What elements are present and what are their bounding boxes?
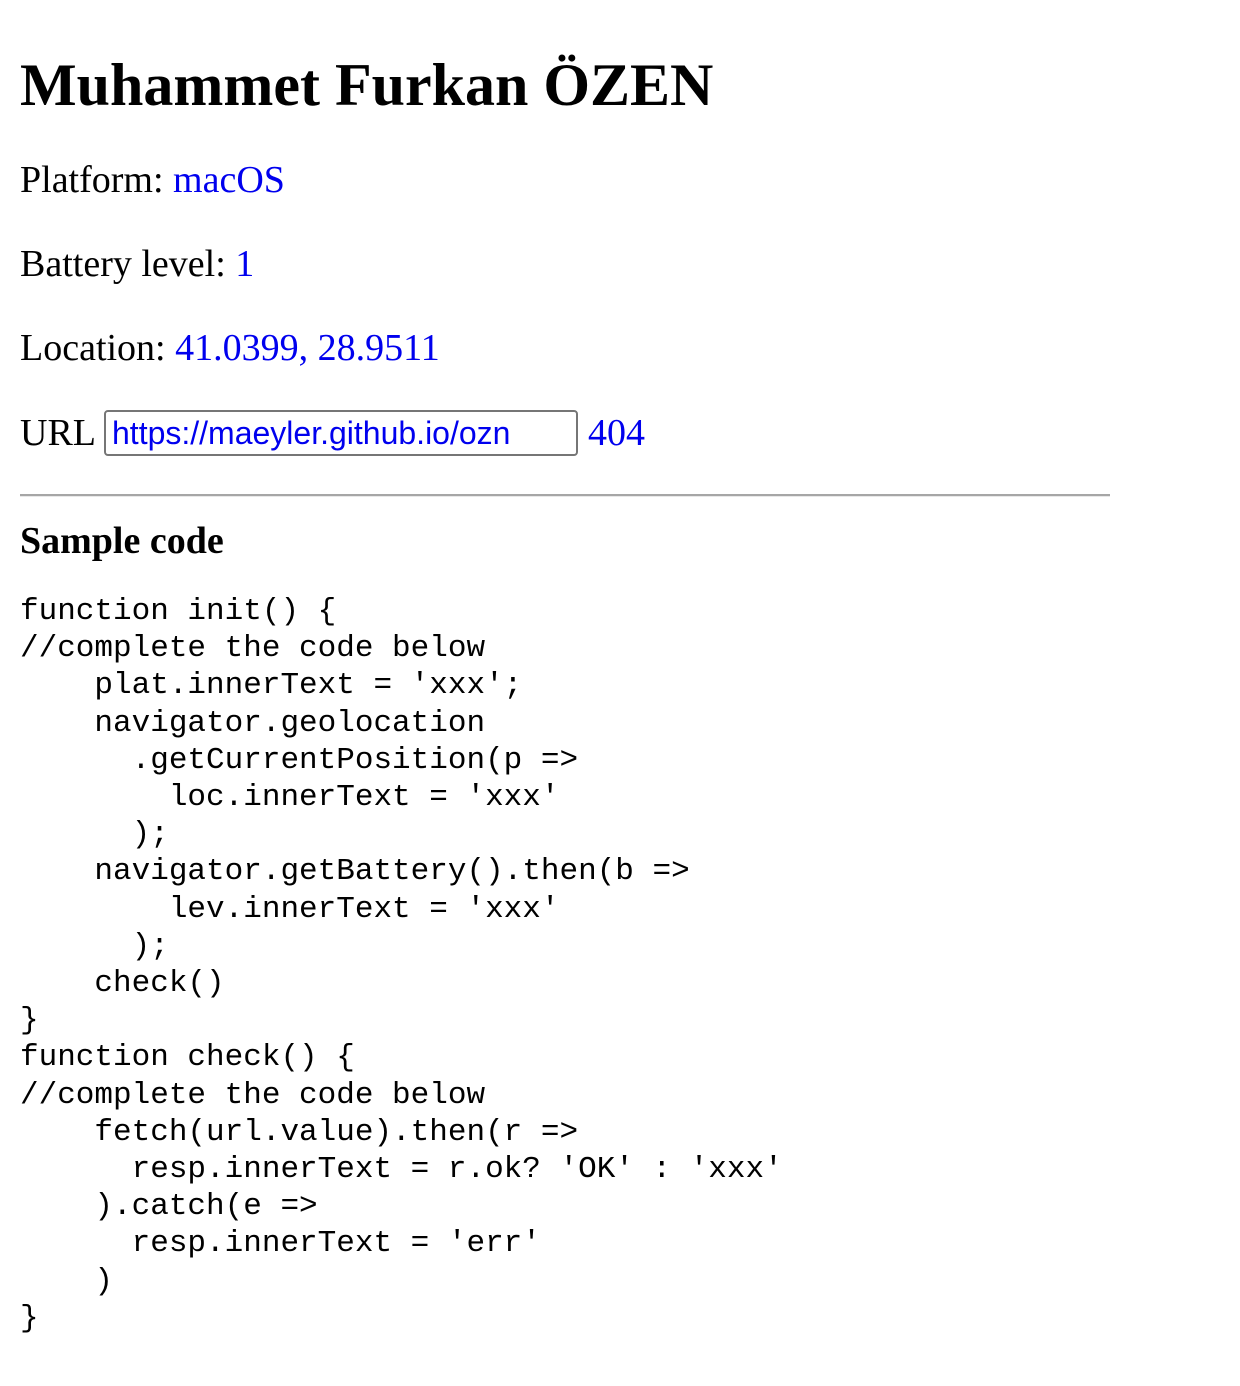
battery-value: 1 [235,243,255,285]
location-row: Location: 41.0399, 28.9511 [20,326,1220,370]
url-input[interactable] [104,410,578,456]
sample-code-block: function init() { //complete the code be… [20,594,783,1336]
platform-value: macOS [173,159,285,201]
platform-label: Platform: [20,159,174,201]
battery-label: Battery level: [20,243,236,285]
platform-row: Platform: macOS [20,158,1220,202]
url-label: URL [20,412,96,454]
location-label: Location: [20,327,176,369]
divider [20,494,1110,497]
url-response-status: 404 [588,412,645,454]
battery-row: Battery level: 1 [20,242,1220,286]
section-title: Sample code [20,520,224,562]
location-value: 41.0399, 28.9511 [175,327,440,369]
url-row: URL 404 [20,410,1220,456]
page-title: Muhammet Furkan ÖZEN [20,52,714,118]
page-content: Muhammet Furkan ÖZEN Platform: macOS Bat… [20,0,1220,1337]
